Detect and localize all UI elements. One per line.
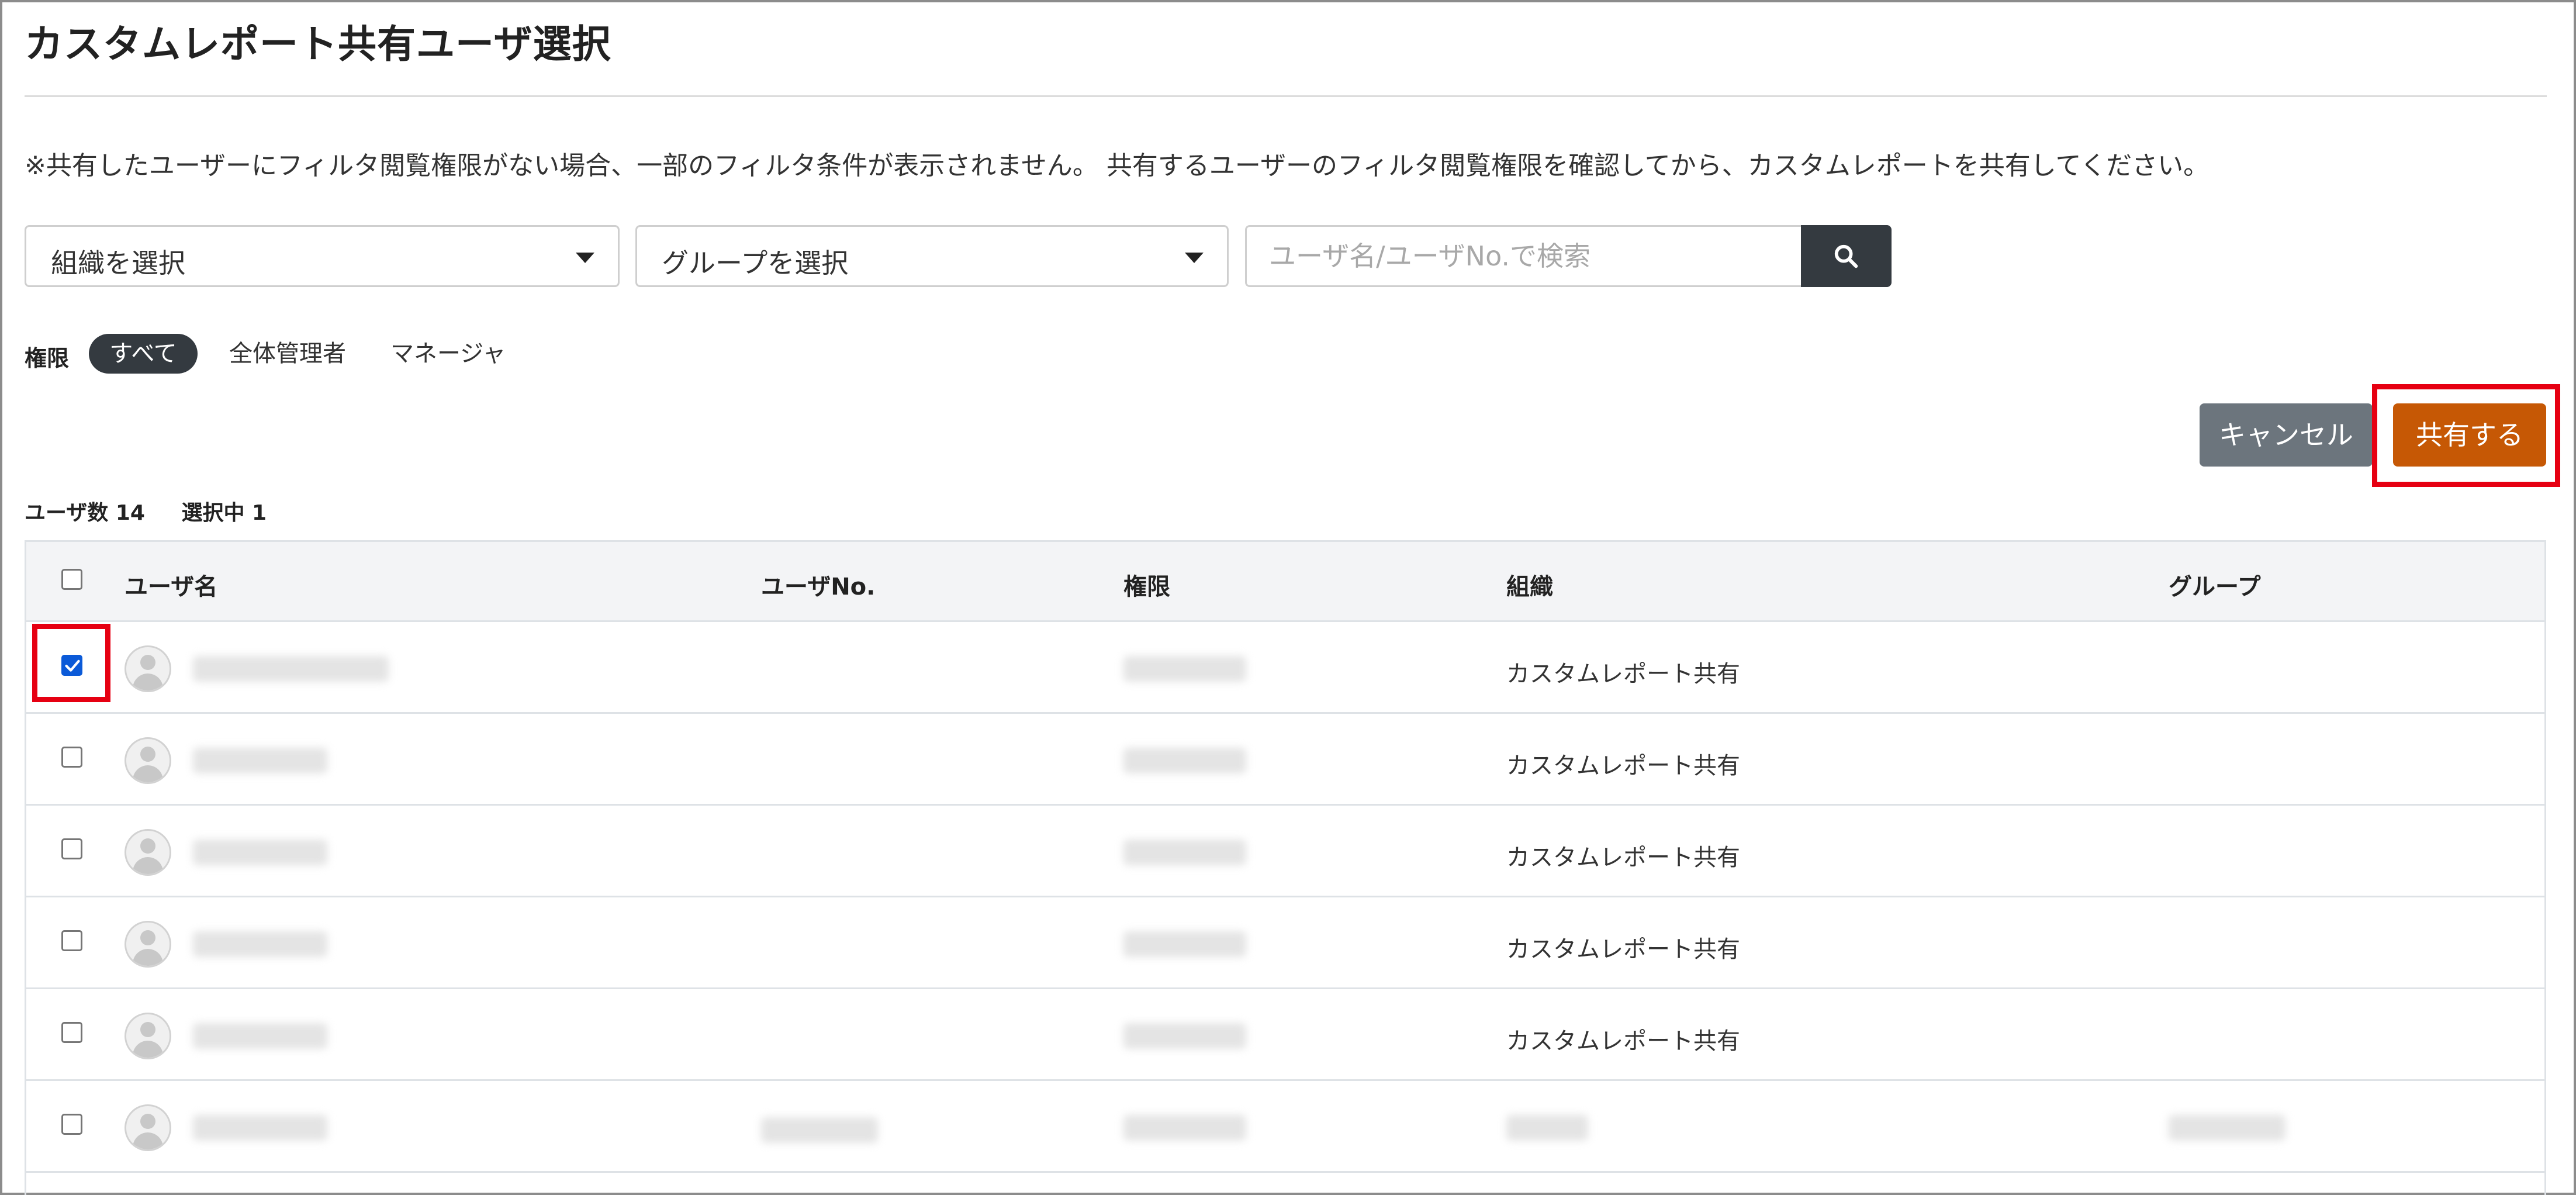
user-avatar-icon xyxy=(125,737,171,784)
row-checkbox[interactable] xyxy=(61,930,82,951)
search-icon xyxy=(1834,244,1858,268)
redacted-user-name xyxy=(193,1023,327,1049)
row-checkbox[interactable] xyxy=(61,1022,82,1043)
table-row[interactable]: カスタムレポート共有 xyxy=(26,714,2544,806)
cell-organization: カスタムレポート共有 xyxy=(1506,752,1740,779)
redacted-user-no xyxy=(761,1117,878,1143)
caret-down-icon xyxy=(576,253,594,263)
redacted-user-name xyxy=(193,840,327,865)
redacted-user-name xyxy=(193,656,389,682)
organization-select[interactable]: 組織を選択 xyxy=(25,225,620,287)
table-header: ユーザ名 ユーザNo. 権限 組織 グループ xyxy=(26,542,2544,622)
permission-filter-manager[interactable]: マネージャ xyxy=(372,334,524,374)
group-select-value: グループを選択 xyxy=(662,247,849,279)
cell-organization: カスタムレポート共有 xyxy=(1506,1028,1740,1055)
permission-filter-all[interactable]: すべて xyxy=(89,334,198,374)
redacted-permission xyxy=(1123,656,1246,682)
redacted-organization xyxy=(1506,1115,1588,1141)
row-checkbox[interactable] xyxy=(61,747,82,768)
caret-down-icon xyxy=(1185,253,1204,263)
header-user-name: ユーザ名 xyxy=(125,574,218,600)
redacted-permission xyxy=(1123,931,1246,957)
header-organization: 組織 xyxy=(1506,574,1553,600)
user-avatar-icon xyxy=(125,1104,171,1151)
title-divider xyxy=(25,95,2547,97)
row-checkbox[interactable] xyxy=(61,1114,82,1135)
organization-select-value: 組織を選択 xyxy=(51,247,185,279)
table-row[interactable] xyxy=(26,1081,2544,1173)
user-search-input[interactable] xyxy=(1245,225,1802,287)
redacted-permission xyxy=(1123,1115,1246,1141)
selection-summary: ユーザ数 14 選択中 1 xyxy=(25,496,296,526)
share-button-highlight xyxy=(2372,384,2560,487)
user-table: ユーザ名 ユーザNo. 権限 組織 グループ カスタムレポート共有 カスタムレポ… xyxy=(25,540,2546,1195)
cell-organization: カスタムレポート共有 xyxy=(1506,844,1740,871)
redacted-group xyxy=(2169,1115,2285,1141)
redacted-permission xyxy=(1123,840,1246,865)
redacted-user-name xyxy=(193,748,327,773)
table-row[interactable]: カスタムレポート共有 xyxy=(26,989,2544,1081)
header-user-no: ユーザNo. xyxy=(761,574,876,600)
table-row[interactable]: カスタムレポート共有 xyxy=(26,897,2544,989)
redacted-user-name xyxy=(193,1115,327,1141)
select-all-checkbox[interactable] xyxy=(61,569,82,590)
redacted-permission xyxy=(1123,748,1246,773)
cell-organization: カスタムレポート共有 xyxy=(1506,936,1740,963)
row-checkbox[interactable] xyxy=(61,838,82,859)
page-title: カスタムレポート共有ユーザ選択 xyxy=(25,22,611,67)
user-count: ユーザ数 14 xyxy=(25,501,145,525)
group-select[interactable]: グループを選択 xyxy=(635,225,1229,287)
header-group: グループ xyxy=(2169,574,2261,600)
checkbox-highlight xyxy=(32,624,110,702)
cell-organization: カスタムレポート共有 xyxy=(1506,661,1740,688)
user-avatar-icon xyxy=(125,829,171,876)
selected-count: 選択中 1 xyxy=(181,501,267,525)
header-permission: 権限 xyxy=(1123,574,1170,600)
table-row[interactable]: カスタムレポート共有 xyxy=(26,806,2544,897)
filter-permission-notice: ※共有したユーザーにフィルタ閲覧権限がない場合、一部のフィルタ条件が表示されませ… xyxy=(25,151,2210,181)
user-avatar-icon xyxy=(125,921,171,968)
table-row[interactable]: カスタムレポート共有 xyxy=(26,622,2544,714)
redacted-permission xyxy=(1123,1023,1246,1049)
search-button[interactable] xyxy=(1801,225,1892,287)
permission-filter-label: 権限 xyxy=(25,346,70,371)
redacted-user-name xyxy=(193,931,327,957)
user-avatar-icon xyxy=(125,1013,171,1059)
cancel-button[interactable]: キャンセル xyxy=(2200,403,2373,467)
permission-filter-admin[interactable]: 全体管理者 xyxy=(210,334,365,374)
user-avatar-icon xyxy=(125,645,171,692)
